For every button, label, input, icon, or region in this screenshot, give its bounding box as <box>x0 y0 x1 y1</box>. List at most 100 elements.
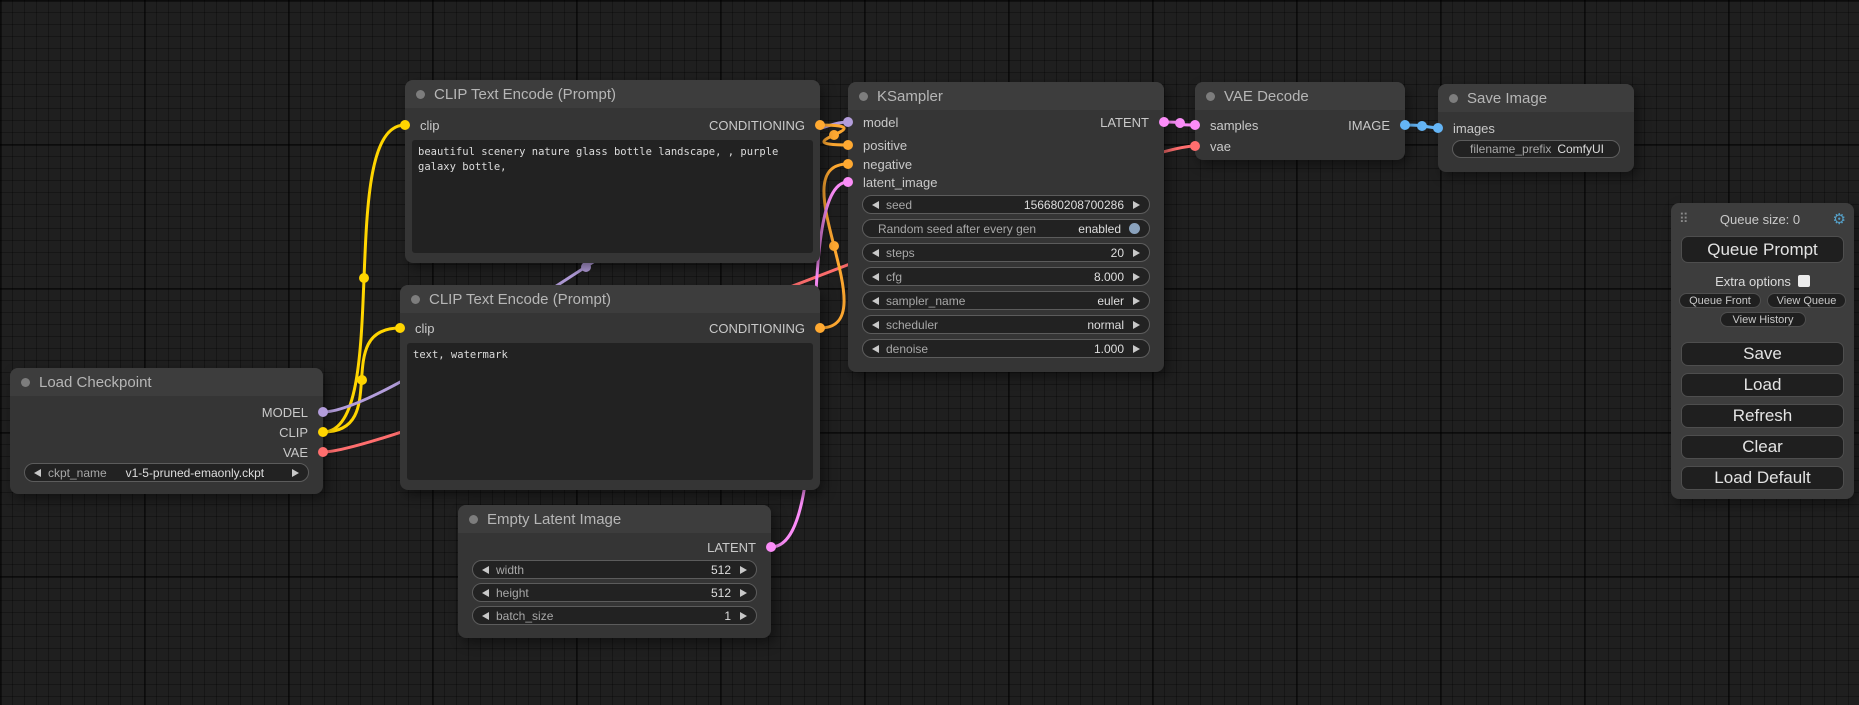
arrow-right-icon[interactable] <box>740 566 747 574</box>
node-title-bar[interactable]: KSampler <box>848 82 1164 110</box>
scheduler-widget[interactable]: scheduler normal <box>862 315 1150 334</box>
model-output-dot[interactable] <box>318 407 328 417</box>
slot-label: MODEL <box>262 405 308 420</box>
settings-gear-icon[interactable]: ⚙ <box>1833 210 1846 228</box>
negative-prompt-textarea[interactable]: text, watermark <box>407 343 813 480</box>
ckpt-name-widget[interactable]: ckpt_name v1-5-pruned-emaonly.ckpt <box>24 463 309 482</box>
collapse-dot-icon[interactable] <box>21 378 30 387</box>
images-input-dot[interactable] <box>1433 123 1443 133</box>
conditioning-output-dot[interactable] <box>815 323 825 333</box>
node-clip-text-encode-positive[interactable]: CLIP Text Encode (Prompt) clip CONDITION… <box>405 80 820 263</box>
negative-input-dot[interactable] <box>843 159 853 169</box>
arrow-left-icon[interactable] <box>872 273 879 281</box>
slot-label: latent_image <box>863 175 937 190</box>
node-title-bar[interactable]: CLIP Text Encode (Prompt) <box>400 285 820 313</box>
node-ksampler[interactable]: KSampler model LATENT positive negative … <box>848 82 1164 372</box>
samples-input-dot[interactable] <box>1190 120 1200 130</box>
arrow-left-icon[interactable] <box>872 321 879 329</box>
widget-value: 512 <box>711 586 731 600</box>
arrow-right-icon[interactable] <box>1133 345 1140 353</box>
arrow-right-icon[interactable] <box>1133 249 1140 257</box>
batch-size-widget[interactable]: batch_size 1 <box>472 606 757 625</box>
latent-output-dot[interactable] <box>1159 117 1169 127</box>
collapse-dot-icon[interactable] <box>859 92 868 101</box>
conditioning-output-dot[interactable] <box>815 120 825 130</box>
collapse-dot-icon[interactable] <box>1449 94 1458 103</box>
latent-image-input-dot[interactable] <box>843 177 853 187</box>
collapse-dot-icon[interactable] <box>416 90 425 99</box>
save-button[interactable]: Save <box>1681 342 1844 366</box>
seed-widget[interactable]: seed 156680208700286 <box>862 195 1150 214</box>
vae-input-dot[interactable] <box>1190 141 1200 151</box>
positive-input-dot[interactable] <box>843 140 853 150</box>
arrow-left-icon[interactable] <box>872 201 879 209</box>
widget-label: Random seed after every gen <box>878 222 1036 236</box>
vae-output-dot[interactable] <box>318 447 328 457</box>
node-title-bar[interactable]: CLIP Text Encode (Prompt) <box>405 80 820 108</box>
model-input-dot[interactable] <box>843 117 853 127</box>
arrow-left-icon[interactable] <box>872 297 879 305</box>
output-slot-clip: CLIP <box>10 422 323 442</box>
arrow-left-icon[interactable] <box>482 566 489 574</box>
node-title-bar[interactable]: Save Image <box>1438 84 1634 112</box>
arrow-right-icon[interactable] <box>292 469 299 477</box>
positive-prompt-textarea[interactable]: beautiful scenery nature glass bottle la… <box>412 140 813 253</box>
node-title-bar[interactable]: Empty Latent Image <box>458 505 771 533</box>
node-save-image[interactable]: Save Image images filename_prefix ComfyU… <box>1438 84 1634 172</box>
node-load-checkpoint[interactable]: Load Checkpoint MODEL CLIP VAE ckpt_name… <box>10 368 323 494</box>
collapse-dot-icon[interactable] <box>469 515 478 524</box>
arrow-left-icon[interactable] <box>482 589 489 597</box>
node-clip-text-encode-negative[interactable]: CLIP Text Encode (Prompt) clip CONDITION… <box>400 285 820 490</box>
clip-input-dot[interactable] <box>395 323 405 333</box>
collapse-dot-icon[interactable] <box>1206 92 1215 101</box>
load-button[interactable]: Load <box>1681 373 1844 397</box>
queue-front-button[interactable]: Queue Front <box>1679 293 1761 308</box>
node-empty-latent-image[interactable]: Empty Latent Image LATENT width 512 heig… <box>458 505 771 638</box>
widget-value: 512 <box>711 563 731 577</box>
queue-prompt-button[interactable]: Queue Prompt <box>1681 236 1844 263</box>
view-queue-button[interactable]: View Queue <box>1767 293 1846 308</box>
refresh-button[interactable]: Refresh <box>1681 404 1844 428</box>
collapse-dot-icon[interactable] <box>411 295 420 304</box>
node-title-bar[interactable]: Load Checkpoint <box>10 368 323 396</box>
toggle-knob-icon[interactable] <box>1129 223 1140 234</box>
arrow-left-icon[interactable] <box>482 612 489 620</box>
slot-row: clip CONDITIONING <box>400 318 820 338</box>
arrow-right-icon[interactable] <box>1133 321 1140 329</box>
widget-label: batch_size <box>496 609 553 623</box>
arrow-right-icon[interactable] <box>1133 297 1140 305</box>
extra-options-checkbox[interactable] <box>1798 275 1810 287</box>
filename-prefix-widget[interactable]: filename_prefix ComfyUI <box>1452 140 1620 158</box>
latent-output-dot[interactable] <box>766 542 776 552</box>
clip-output-dot[interactable] <box>318 427 328 437</box>
arrow-left-icon[interactable] <box>872 249 879 257</box>
slot-label: LATENT <box>707 540 756 555</box>
extra-options-label: Extra options <box>1715 274 1791 289</box>
height-widget[interactable]: height 512 <box>472 583 757 602</box>
random-seed-toggle[interactable]: Random seed after every gen enabled <box>862 219 1150 238</box>
load-default-button[interactable]: Load Default <box>1681 466 1844 490</box>
slot-label: vae <box>1210 139 1231 154</box>
extra-options-row: Extra options <box>1671 273 1854 289</box>
arrow-left-icon[interactable] <box>872 345 879 353</box>
arrow-right-icon[interactable] <box>740 589 747 597</box>
width-widget[interactable]: width 512 <box>472 560 757 579</box>
steps-widget[interactable]: steps 20 <box>862 243 1150 262</box>
drag-handle-icon[interactable]: ⠿ <box>1679 211 1688 227</box>
sampler-name-widget[interactable]: sampler_name euler <box>862 291 1150 310</box>
view-history-button[interactable]: View History <box>1720 312 1806 327</box>
denoise-widget[interactable]: denoise 1.000 <box>862 339 1150 358</box>
arrow-right-icon[interactable] <box>740 612 747 620</box>
clear-button[interactable]: Clear <box>1681 435 1844 459</box>
node-title-bar[interactable]: VAE Decode <box>1195 82 1405 110</box>
node-vae-decode[interactable]: VAE Decode samples IMAGE vae <box>1195 82 1405 160</box>
image-output-dot[interactable] <box>1400 120 1410 130</box>
cfg-widget[interactable]: cfg 8.000 <box>862 267 1150 286</box>
slot-row-model-latent: model LATENT <box>848 112 1164 132</box>
arrow-right-icon[interactable] <box>1133 273 1140 281</box>
slot-label: clip <box>415 321 435 336</box>
arrow-right-icon[interactable] <box>1133 201 1140 209</box>
clip-input-dot[interactable] <box>400 120 410 130</box>
node-graph-canvas[interactable]: Load Checkpoint MODEL CLIP VAE ckpt_name… <box>0 0 1859 705</box>
arrow-left-icon[interactable] <box>34 469 41 477</box>
